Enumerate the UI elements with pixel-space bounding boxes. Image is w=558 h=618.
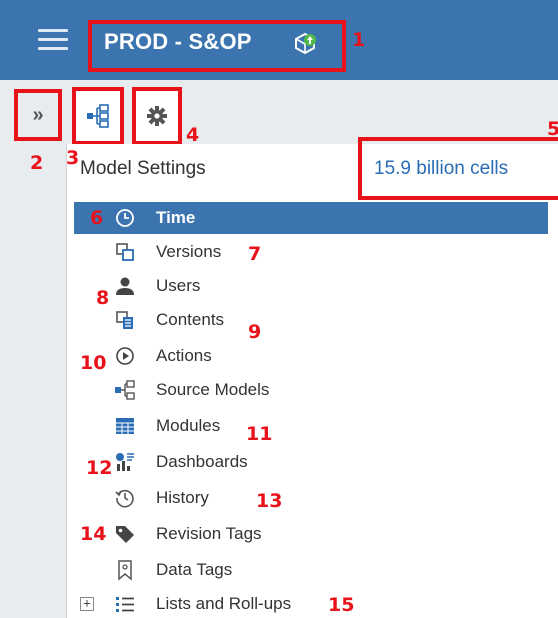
versions-icon (116, 243, 134, 261)
expand-panel-button[interactable]: » (14, 89, 62, 141)
contents-icon (116, 311, 133, 329)
tree-item-time[interactable]: Time (74, 202, 548, 234)
play-circle-icon (116, 347, 134, 365)
tree-item-label: Time (156, 208, 196, 227)
tree-item-actions[interactable]: Actions (74, 340, 548, 372)
gear-icon (147, 106, 167, 126)
app-title[interactable]: PROD - S&OP (104, 29, 252, 55)
tree-item-label: Users (156, 276, 201, 295)
panel-title: Model Settings (80, 158, 206, 179)
tree-item-history[interactable]: History (74, 482, 548, 514)
history-icon (115, 489, 134, 508)
hierarchy-icon (87, 104, 109, 128)
tree-item-label: Revision Tags (156, 524, 262, 543)
dashboard-icon (116, 453, 134, 471)
tree-item-contents[interactable]: Contents (74, 304, 548, 336)
marker-12: 12 (86, 457, 113, 479)
marker-14: 14 (80, 523, 107, 545)
marker-15: 15 (328, 594, 355, 616)
settings-tab[interactable] (132, 87, 182, 145)
tree-item-label: Actions (156, 346, 212, 365)
tag-icon (116, 526, 134, 543)
tree-item-label: History (156, 488, 209, 507)
marker-11: 11 (246, 423, 273, 445)
marker-9: 9 (248, 321, 262, 343)
tree-item-dashboards[interactable]: Dashboards (74, 446, 548, 478)
hamburger-menu-icon[interactable] (38, 27, 68, 51)
marker-13: 13 (256, 490, 283, 512)
marker-2: 2 (30, 152, 44, 174)
tree-item-versions[interactable]: Versions (74, 236, 548, 268)
tree-item-label: Source Models (156, 380, 270, 399)
cube-upload-icon (295, 32, 316, 55)
tree-item-label: Data Tags (156, 560, 233, 579)
marker-8: 8 (96, 287, 110, 309)
grid-icon (116, 418, 134, 434)
tree-item-users[interactable]: Users (74, 270, 548, 302)
list-icon (116, 597, 134, 612)
cell-count-label: 15.9 billion cells (374, 158, 509, 179)
clock-icon (116, 209, 134, 227)
marker-6: 6 (90, 207, 104, 229)
tree-item-label: Modules (156, 416, 221, 435)
marker-1: 1 (352, 29, 366, 51)
marker-4: 4 (186, 124, 200, 146)
marker-5: 5 (547, 118, 558, 140)
tree-item-lists-and-roll-ups[interactable]: + Lists and Roll-ups (74, 588, 548, 618)
tree-item-label: Versions (156, 242, 222, 261)
bookmark-icon (118, 560, 132, 581)
tree-item-label: Lists and Roll-ups (156, 594, 292, 613)
marker-7: 7 (248, 243, 262, 265)
tree-item-modules[interactable]: Modules (74, 410, 548, 442)
user-icon (116, 277, 134, 295)
source-models-icon (115, 380, 135, 400)
marker-3: 3 (66, 147, 80, 169)
tree-item-label: Dashboards (156, 452, 248, 471)
tree-item-revision-tags[interactable]: Revision Tags (74, 518, 548, 550)
marker-10: 10 (80, 352, 107, 374)
model-tree-tab[interactable] (72, 87, 124, 145)
tree-item-label: Contents (156, 310, 225, 329)
expand-toggle[interactable]: + (80, 597, 94, 611)
tree-item-source-models[interactable]: Source Models (74, 374, 548, 406)
tree-item-data-tags[interactable]: Data Tags (74, 554, 548, 586)
